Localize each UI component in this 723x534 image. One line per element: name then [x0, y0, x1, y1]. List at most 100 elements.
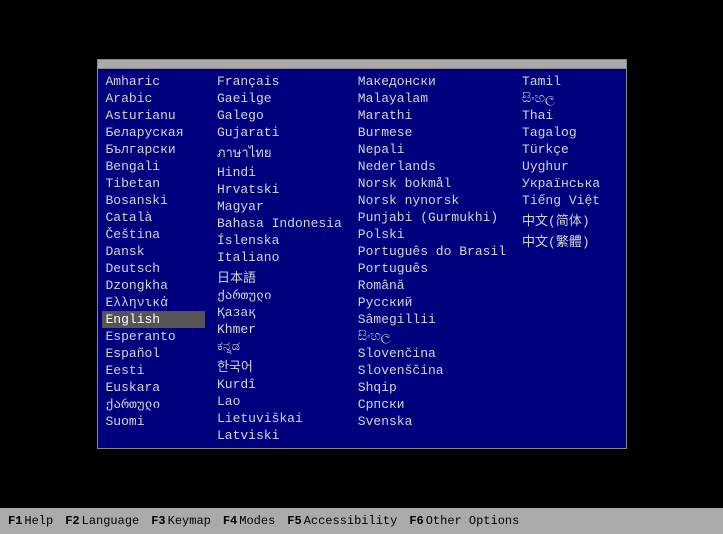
footer-label: Other Options: [426, 514, 520, 528]
language-item[interactable]: Arabic: [102, 90, 205, 107]
footer-key: F5: [287, 514, 301, 528]
language-item[interactable]: Português: [354, 260, 510, 277]
language-item[interactable]: Română: [354, 277, 510, 294]
language-item[interactable]: Thai: [518, 107, 621, 124]
language-item[interactable]: Hrvatski: [213, 181, 346, 198]
language-item[interactable]: Tiếng Việt: [518, 192, 621, 209]
footer-key: F3: [151, 514, 165, 528]
footer-item-accessibility[interactable]: F5 Accessibility: [287, 514, 397, 528]
footer-key: F6: [409, 514, 423, 528]
language-item[interactable]: Bosanski: [102, 192, 205, 209]
language-item[interactable]: Marathi: [354, 107, 510, 124]
language-item[interactable]: Esperanto: [102, 328, 205, 345]
footer-item-keymap[interactable]: F3 Keymap: [151, 514, 211, 528]
footer-label: Keymap: [168, 514, 211, 528]
footer-item-help[interactable]: F1 Help: [8, 514, 53, 528]
language-item[interactable]: Deutsch: [102, 260, 205, 277]
language-item[interactable]: Shqip: [354, 379, 510, 396]
lang-column-2: МакедонскиMalayalamMarathiBurmeseNepaliN…: [350, 73, 514, 444]
footer-key: F1: [8, 514, 22, 528]
language-item[interactable]: Asturianu: [102, 107, 205, 124]
footer-key: F2: [65, 514, 79, 528]
footer-label: Language: [82, 514, 140, 528]
language-item[interactable]: Galego: [213, 107, 346, 124]
language-item[interactable]: Қазақ: [213, 304, 346, 321]
language-item[interactable]: Gaeilge: [213, 90, 346, 107]
language-item[interactable]: Tamil: [518, 73, 621, 90]
language-item[interactable]: Српски: [354, 396, 510, 413]
language-item[interactable]: Svenska: [354, 413, 510, 430]
dialog-title: [98, 60, 626, 69]
language-item[interactable]: Čeština: [102, 226, 205, 243]
language-item[interactable]: English: [102, 311, 205, 328]
language-item[interactable]: ภาษาไทย: [213, 141, 346, 164]
language-item[interactable]: 中文(简体): [518, 209, 621, 230]
language-item[interactable]: Suomi: [102, 413, 205, 430]
language-item[interactable]: Íslenska: [213, 232, 346, 249]
language-item[interactable]: සිංහල: [518, 90, 621, 107]
footer-label: Modes: [239, 514, 275, 528]
language-item[interactable]: Slovenčina: [354, 345, 510, 362]
language-item[interactable]: 日本語: [213, 266, 346, 287]
language-item[interactable]: Lao: [213, 393, 346, 410]
language-item[interactable]: Ελληνικά: [102, 294, 205, 311]
language-list[interactable]: AmharicArabicAsturianuБеларускаяБългарск…: [98, 69, 626, 448]
language-item[interactable]: Burmese: [354, 124, 510, 141]
language-item[interactable]: සිංහල: [354, 328, 510, 345]
language-item[interactable]: Bengali: [102, 158, 205, 175]
language-item[interactable]: Hindi: [213, 164, 346, 181]
language-item[interactable]: Tagalog: [518, 124, 621, 141]
language-item[interactable]: Українська: [518, 175, 621, 192]
language-item[interactable]: Polski: [354, 226, 510, 243]
language-item[interactable]: Dansk: [102, 243, 205, 260]
footer-item-modes[interactable]: F4 Modes: [223, 514, 275, 528]
language-item[interactable]: Kurdî: [213, 376, 346, 393]
language-item[interactable]: Latviski: [213, 427, 346, 444]
language-item[interactable]: Français: [213, 73, 346, 90]
language-item[interactable]: Tibetan: [102, 175, 205, 192]
language-item[interactable]: Български: [102, 141, 205, 158]
language-item[interactable]: ქართული: [213, 287, 346, 304]
language-item[interactable]: Македонски: [354, 73, 510, 90]
lang-column-0: AmharicArabicAsturianuБеларускаяБългарск…: [98, 73, 209, 444]
language-item[interactable]: Dzongkha: [102, 277, 205, 294]
lang-column-3: TamilසිංහලThaiTagalogTürkçeUyghurУкраїнс…: [514, 73, 625, 444]
language-item[interactable]: Magyar: [213, 198, 346, 215]
language-item[interactable]: Malayalam: [354, 90, 510, 107]
main-area: AmharicArabicAsturianuБеларускаяБългарск…: [0, 0, 723, 508]
footer-item-language[interactable]: F2 Language: [65, 514, 139, 528]
language-item[interactable]: Uyghur: [518, 158, 621, 175]
language-item[interactable]: Khmer: [213, 321, 346, 338]
language-item[interactable]: Nepali: [354, 141, 510, 158]
language-item[interactable]: 한국어: [213, 355, 346, 376]
language-item[interactable]: Español: [102, 345, 205, 362]
footer-key: F4: [223, 514, 237, 528]
language-item[interactable]: Türkçe: [518, 141, 621, 158]
language-item[interactable]: Português do Brasil: [354, 243, 510, 260]
footer-item-other options[interactable]: F6 Other Options: [409, 514, 519, 528]
language-item[interactable]: Bahasa Indonesia: [213, 215, 346, 232]
language-dialog: AmharicArabicAsturianuБеларускаяБългарск…: [97, 59, 627, 449]
language-item[interactable]: Беларуская: [102, 124, 205, 141]
language-item[interactable]: Norsk bokmål: [354, 175, 510, 192]
language-item[interactable]: Slovenščina: [354, 362, 510, 379]
language-item[interactable]: Euskara: [102, 379, 205, 396]
language-item[interactable]: 中文(繁體): [518, 230, 621, 251]
language-item[interactable]: Русский: [354, 294, 510, 311]
lang-column-1: FrançaisGaeilgeGalegoGujaratiภาษาไทยHind…: [209, 73, 350, 444]
language-item[interactable]: Italiano: [213, 249, 346, 266]
footer-bar: F1 Help F2 Language F3 Keymap F4 Modes F5 Ac…: [0, 508, 723, 534]
language-item[interactable]: Lietuviškai: [213, 410, 346, 427]
language-item[interactable]: ქართული: [102, 396, 205, 413]
language-item[interactable]: Sâmegillii: [354, 311, 510, 328]
language-item[interactable]: ಕನ್ನಡ: [213, 338, 346, 355]
language-item[interactable]: Gujarati: [213, 124, 346, 141]
language-item[interactable]: Norsk nynorsk: [354, 192, 510, 209]
language-item: [518, 271, 621, 273]
language-item[interactable]: Català: [102, 209, 205, 226]
footer-label: Accessibility: [304, 514, 398, 528]
language-item[interactable]: Eesti: [102, 362, 205, 379]
language-item[interactable]: Nederlands: [354, 158, 510, 175]
language-item[interactable]: Punjabi (Gurmukhi): [354, 209, 510, 226]
language-item[interactable]: Amharic: [102, 73, 205, 90]
